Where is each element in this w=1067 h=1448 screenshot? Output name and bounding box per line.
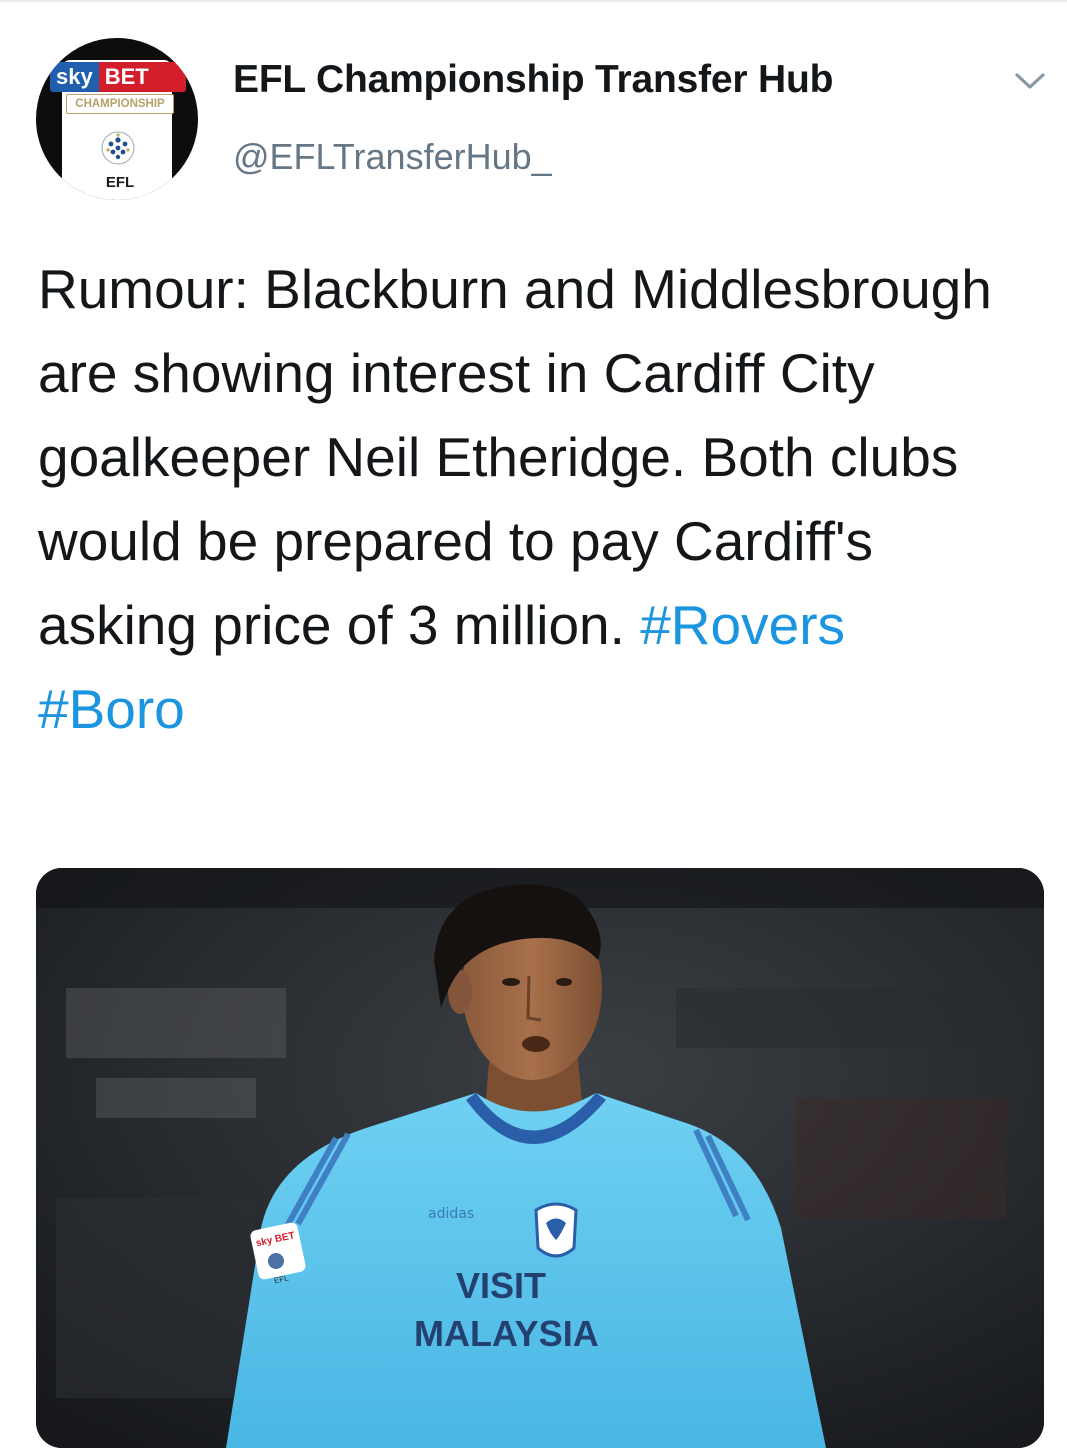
goalkeeper-photo: adidas VISIT MALAYSIA sky BET EFL [36,868,1044,1448]
tweet-body: Rumour: Blackburn and Middlesbrough are … [38,258,992,656]
sponsor-line-2: MALAYSIA [414,1313,599,1354]
efl-label: EFL [105,174,135,191]
tweet-media-photo[interactable]: adidas VISIT MALAYSIA sky BET EFL [36,868,1044,1448]
hashtag-rovers[interactable]: #Rovers [640,594,845,656]
kit-maker-text: adidas [428,1206,474,1222]
championship-label: CHAMPIONSHIP [66,94,174,114]
tweet-text: Rumour: Blackburn and Middlesbrough are … [38,247,1038,751]
sky-logo-text: sky [50,62,99,92]
football-icon [101,131,135,165]
hashtag-boro[interactable]: #Boro [38,678,185,740]
display-name[interactable]: EFL Championship Transfer Hub [233,58,833,102]
top-divider [0,0,1067,2]
sponsor-line-1: VISIT [456,1265,546,1306]
avatar[interactable]: sky BET CHAMPIONSHIP EFL [36,38,198,200]
chevron-down-icon[interactable] [1010,66,1050,96]
sky-bet-logo: sky BET [50,62,186,92]
account-handle[interactable]: @EFLTransferHub_ [233,136,552,178]
bet-logo-text: BET [98,62,186,92]
